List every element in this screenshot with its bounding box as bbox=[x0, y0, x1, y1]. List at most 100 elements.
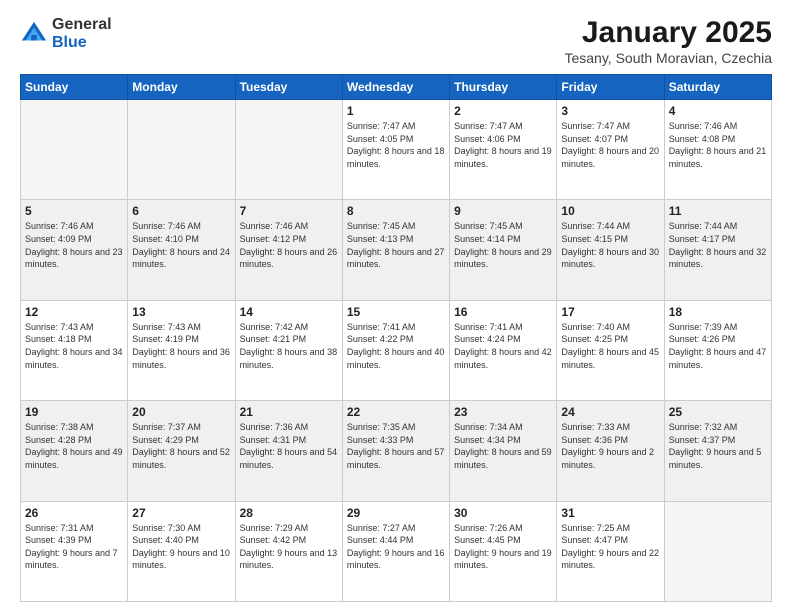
calendar-day-cell: 20 Sunrise: 7:37 AM Sunset: 4:29 PM Dayli… bbox=[128, 401, 235, 501]
calendar-day-cell: 10 Sunrise: 7:44 AM Sunset: 4:15 PM Dayli… bbox=[557, 200, 664, 300]
day-info: Sunrise: 7:46 AM Sunset: 4:12 PM Dayligh… bbox=[240, 220, 338, 270]
day-number: 12 bbox=[25, 305, 123, 319]
day-info: Sunrise: 7:46 AM Sunset: 4:10 PM Dayligh… bbox=[132, 220, 230, 270]
day-number: 4 bbox=[669, 104, 767, 118]
calendar-day-cell: 5 Sunrise: 7:46 AM Sunset: 4:09 PM Daylig… bbox=[21, 200, 128, 300]
day-info: Sunrise: 7:39 AM Sunset: 4:26 PM Dayligh… bbox=[669, 321, 767, 371]
day-info: Sunrise: 7:27 AM Sunset: 4:44 PM Dayligh… bbox=[347, 522, 445, 572]
header: General Blue January 2025 Tesany, South … bbox=[20, 16, 772, 66]
calendar-day-cell: 1 Sunrise: 7:47 AM Sunset: 4:05 PM Daylig… bbox=[342, 100, 449, 200]
calendar-day-cell: 18 Sunrise: 7:39 AM Sunset: 4:26 PM Dayli… bbox=[664, 300, 771, 400]
calendar-header-wednesday: Wednesday bbox=[342, 75, 449, 100]
day-info: Sunrise: 7:41 AM Sunset: 4:22 PM Dayligh… bbox=[347, 321, 445, 371]
day-number: 2 bbox=[454, 104, 552, 118]
page: General Blue January 2025 Tesany, South … bbox=[0, 0, 792, 612]
calendar-header-friday: Friday bbox=[557, 75, 664, 100]
day-number: 5 bbox=[25, 204, 123, 218]
calendar-day-cell: 4Sunrise: 7:46 AM Sunset: 4:08 PM Daylig… bbox=[664, 100, 771, 200]
day-number: 25 bbox=[669, 405, 767, 419]
day-number: 7 bbox=[240, 204, 338, 218]
day-info: Sunrise: 7:46 AM Sunset: 4:09 PM Dayligh… bbox=[25, 220, 123, 270]
calendar-header-thursday: Thursday bbox=[450, 75, 557, 100]
logo: General Blue bbox=[20, 16, 112, 51]
calendar-day-cell: 30Sunrise: 7:26 AM Sunset: 4:45 PM Dayli… bbox=[450, 501, 557, 601]
day-info: Sunrise: 7:37 AM Sunset: 4:29 PM Dayligh… bbox=[132, 421, 230, 471]
calendar-week-row: 1 Sunrise: 7:47 AM Sunset: 4:05 PM Daylig… bbox=[21, 100, 772, 200]
logo-blue: Blue bbox=[52, 34, 87, 51]
day-number: 16 bbox=[454, 305, 552, 319]
calendar-day-cell: 19 Sunrise: 7:38 AM Sunset: 4:28 PM Dayli… bbox=[21, 401, 128, 501]
day-info: Sunrise: 7:38 AM Sunset: 4:28 PM Dayligh… bbox=[25, 421, 123, 471]
calendar-week-row: 5 Sunrise: 7:46 AM Sunset: 4:09 PM Daylig… bbox=[21, 200, 772, 300]
day-info: Sunrise: 7:47 AM Sunset: 4:06 PM Dayligh… bbox=[454, 120, 552, 170]
calendar-week-row: 12 Sunrise: 7:43 AM Sunset: 4:18 PM Dayli… bbox=[21, 300, 772, 400]
calendar-day-cell: 16 Sunrise: 7:41 AM Sunset: 4:24 PM Dayli… bbox=[450, 300, 557, 400]
day-number: 11 bbox=[669, 204, 767, 218]
day-info: Sunrise: 7:44 AM Sunset: 4:15 PM Dayligh… bbox=[561, 220, 659, 270]
calendar-week-row: 26Sunrise: 7:31 AM Sunset: 4:39 PM Dayli… bbox=[21, 501, 772, 601]
day-number: 6 bbox=[132, 204, 230, 218]
day-info: Sunrise: 7:40 AM Sunset: 4:25 PM Dayligh… bbox=[561, 321, 659, 371]
day-number: 27 bbox=[132, 506, 230, 520]
calendar-table: SundayMondayTuesdayWednesdayThursdayFrid… bbox=[20, 74, 772, 602]
calendar-day-cell: 28 Sunrise: 7:29 AM Sunset: 4:42 PM Dayli… bbox=[235, 501, 342, 601]
calendar-day-cell: 21Sunrise: 7:36 AM Sunset: 4:31 PM Dayli… bbox=[235, 401, 342, 501]
calendar-week-row: 19 Sunrise: 7:38 AM Sunset: 4:28 PM Dayli… bbox=[21, 401, 772, 501]
calendar-day-cell: 2 Sunrise: 7:47 AM Sunset: 4:06 PM Daylig… bbox=[450, 100, 557, 200]
day-info: Sunrise: 7:45 AM Sunset: 4:14 PM Dayligh… bbox=[454, 220, 552, 270]
day-info: Sunrise: 7:44 AM Sunset: 4:17 PM Dayligh… bbox=[669, 220, 767, 270]
day-number: 10 bbox=[561, 204, 659, 218]
calendar-day-cell: 24 Sunrise: 7:33 AM Sunset: 4:36 PM Dayli… bbox=[557, 401, 664, 501]
day-info: Sunrise: 7:41 AM Sunset: 4:24 PM Dayligh… bbox=[454, 321, 552, 371]
day-info: Sunrise: 7:26 AM Sunset: 4:45 PM Dayligh… bbox=[454, 522, 552, 572]
day-number: 19 bbox=[25, 405, 123, 419]
logo-icon bbox=[20, 20, 48, 48]
day-info: Sunrise: 7:25 AM Sunset: 4:47 PM Dayligh… bbox=[561, 522, 659, 572]
calendar-day-cell: 26Sunrise: 7:31 AM Sunset: 4:39 PM Dayli… bbox=[21, 501, 128, 601]
day-info: Sunrise: 7:42 AM Sunset: 4:21 PM Dayligh… bbox=[240, 321, 338, 371]
day-number: 24 bbox=[561, 405, 659, 419]
calendar-header-saturday: Saturday bbox=[664, 75, 771, 100]
day-number: 29 bbox=[347, 506, 445, 520]
day-info: Sunrise: 7:45 AM Sunset: 4:13 PM Dayligh… bbox=[347, 220, 445, 270]
calendar-day-cell: 15Sunrise: 7:41 AM Sunset: 4:22 PM Dayli… bbox=[342, 300, 449, 400]
day-info: Sunrise: 7:30 AM Sunset: 4:40 PM Dayligh… bbox=[132, 522, 230, 572]
calendar-header-row: SundayMondayTuesdayWednesdayThursdayFrid… bbox=[21, 75, 772, 100]
day-info: Sunrise: 7:35 AM Sunset: 4:33 PM Dayligh… bbox=[347, 421, 445, 471]
day-info: Sunrise: 7:47 AM Sunset: 4:05 PM Dayligh… bbox=[347, 120, 445, 170]
calendar-day-cell: 22 Sunrise: 7:35 AM Sunset: 4:33 PM Dayli… bbox=[342, 401, 449, 501]
calendar-day-cell bbox=[664, 501, 771, 601]
day-number: 22 bbox=[347, 405, 445, 419]
calendar-day-cell: 23Sunrise: 7:34 AM Sunset: 4:34 PM Dayli… bbox=[450, 401, 557, 501]
calendar-day-cell: 3Sunrise: 7:47 AM Sunset: 4:07 PM Daylig… bbox=[557, 100, 664, 200]
day-number: 1 bbox=[347, 104, 445, 118]
day-number: 18 bbox=[669, 305, 767, 319]
calendar-day-cell: 31 Sunrise: 7:25 AM Sunset: 4:47 PM Dayli… bbox=[557, 501, 664, 601]
calendar-header-tuesday: Tuesday bbox=[235, 75, 342, 100]
calendar-header-monday: Monday bbox=[128, 75, 235, 100]
calendar-day-cell: 11 Sunrise: 7:44 AM Sunset: 4:17 PM Dayli… bbox=[664, 200, 771, 300]
day-info: Sunrise: 7:47 AM Sunset: 4:07 PM Dayligh… bbox=[561, 120, 659, 170]
calendar-day-cell: 29 Sunrise: 7:27 AM Sunset: 4:44 PM Dayli… bbox=[342, 501, 449, 601]
day-info: Sunrise: 7:29 AM Sunset: 4:42 PM Dayligh… bbox=[240, 522, 338, 572]
logo-text: General Blue bbox=[52, 16, 112, 51]
day-number: 28 bbox=[240, 506, 338, 520]
day-info: Sunrise: 7:33 AM Sunset: 4:36 PM Dayligh… bbox=[561, 421, 659, 471]
day-info: Sunrise: 7:31 AM Sunset: 4:39 PM Dayligh… bbox=[25, 522, 123, 572]
calendar-day-cell: 12 Sunrise: 7:43 AM Sunset: 4:18 PM Dayli… bbox=[21, 300, 128, 400]
day-number: 31 bbox=[561, 506, 659, 520]
day-info: Sunrise: 7:43 AM Sunset: 4:18 PM Dayligh… bbox=[25, 321, 123, 371]
calendar-day-cell: 27 Sunrise: 7:30 AM Sunset: 4:40 PM Dayli… bbox=[128, 501, 235, 601]
calendar-day-cell bbox=[128, 100, 235, 200]
day-number: 9 bbox=[454, 204, 552, 218]
month-title: January 2025 bbox=[564, 16, 772, 50]
calendar-day-cell: 17Sunrise: 7:40 AM Sunset: 4:25 PM Dayli… bbox=[557, 300, 664, 400]
day-number: 21 bbox=[240, 405, 338, 419]
calendar-day-cell bbox=[21, 100, 128, 200]
day-number: 20 bbox=[132, 405, 230, 419]
calendar-day-cell: 9 Sunrise: 7:45 AM Sunset: 4:14 PM Daylig… bbox=[450, 200, 557, 300]
calendar-day-cell: 6 Sunrise: 7:46 AM Sunset: 4:10 PM Daylig… bbox=[128, 200, 235, 300]
calendar-header-sunday: Sunday bbox=[21, 75, 128, 100]
day-info: Sunrise: 7:43 AM Sunset: 4:19 PM Dayligh… bbox=[132, 321, 230, 371]
day-number: 8 bbox=[347, 204, 445, 218]
